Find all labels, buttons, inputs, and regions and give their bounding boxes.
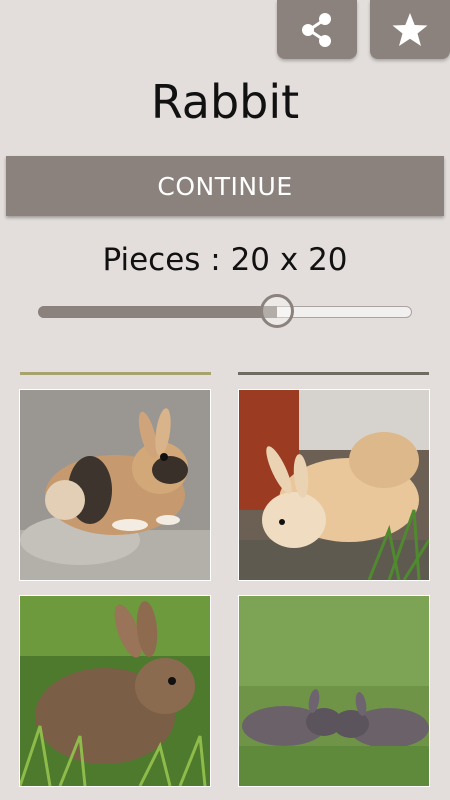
puzzle-thumbnail[interactable] — [19, 389, 211, 581]
puzzle-thumbnail[interactable] — [19, 595, 211, 787]
continue-button[interactable]: CONTINUE — [6, 156, 444, 216]
favorite-button[interactable] — [370, 0, 450, 59]
star-icon — [392, 12, 428, 46]
share-button[interactable] — [277, 0, 357, 59]
puzzle-thumbnail[interactable] — [238, 595, 430, 787]
puzzle-thumbnail[interactable] — [238, 389, 430, 581]
previous-row-edge — [20, 372, 211, 375]
previous-row-edge — [238, 372, 429, 375]
share-icon — [302, 12, 331, 47]
rabbit-photo — [20, 390, 210, 580]
pieces-label: Pieces : 20 x 20 — [102, 242, 348, 278]
rabbit-photo — [239, 596, 429, 786]
slider-thumb[interactable] — [260, 294, 294, 328]
rabbit-photo — [20, 596, 210, 786]
puzzle-title: Rabbit — [150, 75, 300, 129]
rabbit-photo — [239, 390, 429, 580]
pieces-slider[interactable] — [38, 294, 412, 328]
slider-fill — [38, 306, 277, 318]
